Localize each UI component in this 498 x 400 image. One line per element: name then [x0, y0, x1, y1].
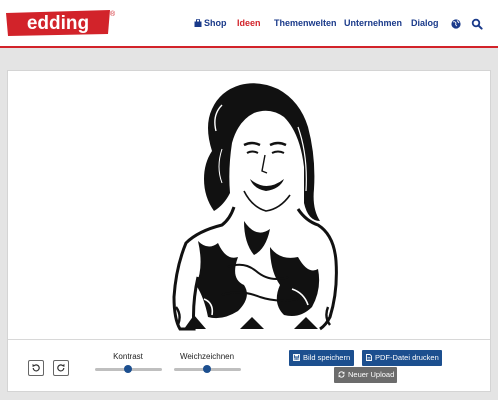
- save-image-button[interactable]: Bild speichern: [289, 350, 354, 366]
- logo-text: edding: [27, 13, 89, 34]
- rotate-left-icon: [32, 364, 40, 372]
- slider-label-kontrast: Kontrast: [113, 352, 143, 361]
- globe-icon[interactable]: [450, 17, 462, 29]
- nav-unternehmen[interactable]: Unternehmen: [344, 18, 402, 28]
- weichzeichnen-slider-knob[interactable]: [203, 365, 211, 373]
- registered-mark: ®: [110, 11, 116, 18]
- weichzeichnen-slider[interactable]: [174, 365, 241, 373]
- save-image-label: Bild speichern: [303, 353, 351, 362]
- image-editor-card: Kontrast Weichzeichnen Bild speichern PD…: [7, 70, 491, 392]
- refresh-icon: [338, 371, 345, 378]
- save-icon: [293, 354, 300, 361]
- rotate-left-button[interactable]: [28, 360, 44, 376]
- search-icon[interactable]: [471, 17, 483, 30]
- rotate-right-button[interactable]: [53, 360, 69, 376]
- nav-dialog[interactable]: Dialog: [411, 18, 439, 28]
- image-preview: [8, 71, 490, 337]
- pdf-file-icon: [366, 354, 372, 361]
- nav-shop[interactable]: Shop: [194, 18, 227, 28]
- new-upload-button[interactable]: Neuer Upload: [334, 367, 397, 383]
- nav-dialog-label: Dialog: [411, 18, 439, 28]
- new-upload-label: Neuer Upload: [348, 370, 395, 379]
- nav-ideen-label: Ideen: [237, 18, 261, 28]
- nav-unternehmen-label: Unternehmen: [344, 18, 403, 28]
- site-header: edding ® Shop Ideen Themenwelten Unterne…: [0, 0, 498, 48]
- kontrast-slider-knob[interactable]: [124, 365, 132, 373]
- nav-themenwelten[interactable]: Themenwelten: [274, 18, 337, 28]
- stencil-portrait-image: [172, 83, 338, 331]
- print-pdf-label: PDF-Datei drucken: [375, 353, 439, 362]
- nav-themenwelten-label: Themenwelten: [274, 18, 337, 28]
- nav-shop-label: Shop: [204, 18, 227, 28]
- slider-label-weichzeichnen: Weichzeichnen: [179, 352, 235, 361]
- divider: [8, 339, 490, 340]
- kontrast-slider[interactable]: [95, 365, 162, 373]
- shopping-bag-icon: [194, 18, 202, 27]
- rotate-right-icon: [57, 364, 65, 372]
- nav-ideen[interactable]: Ideen: [237, 18, 261, 28]
- edding-logo[interactable]: edding: [6, 10, 110, 36]
- print-pdf-button[interactable]: PDF-Datei drucken: [362, 350, 442, 366]
